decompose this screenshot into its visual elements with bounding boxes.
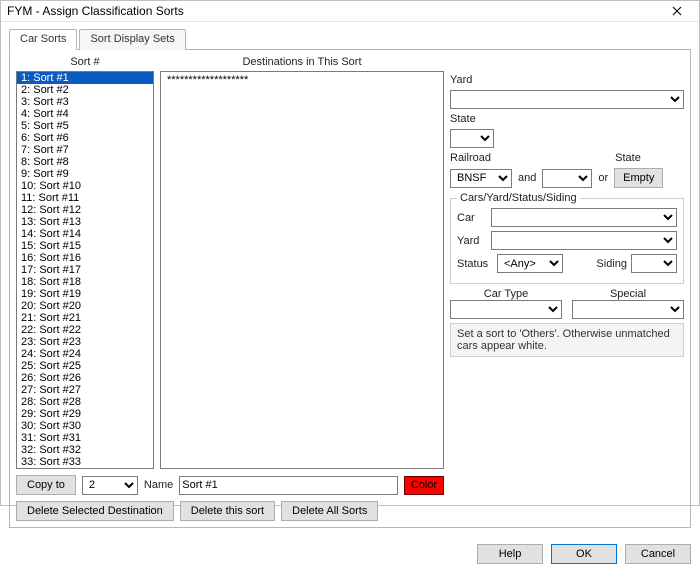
list-item[interactable]: 9: Sort #9: [17, 168, 153, 180]
color-button[interactable]: Color: [404, 476, 444, 495]
list-item[interactable]: 15: Sort #15: [17, 240, 153, 252]
list-item[interactable]: 33: Sort #33: [17, 456, 153, 468]
railroad-select[interactable]: BNSF: [450, 169, 512, 188]
sort-listbox[interactable]: 1: Sort #12: Sort #23: Sort #34: Sort #4…: [16, 71, 154, 469]
list-item[interactable]: 3: Sort #3: [17, 96, 153, 108]
columns: Sort # 1: Sort #12: Sort #23: Sort #34: …: [16, 56, 684, 469]
tabstrip: Car Sorts Sort Display Sets: [9, 28, 691, 50]
tab-car-sorts[interactable]: Car Sorts: [9, 29, 77, 50]
list-item[interactable]: 19: Sort #19: [17, 288, 153, 300]
empty-button[interactable]: Empty: [614, 168, 663, 188]
titlebar: FYM - Assign Classification Sorts: [1, 1, 699, 22]
tab-body: Sort # 1: Sort #12: Sort #23: Sort #34: …: [9, 50, 691, 528]
state-label: State: [450, 113, 684, 125]
cartype-label: Car Type: [450, 288, 562, 300]
status-label: Status: [457, 258, 493, 270]
car-label: Car: [457, 212, 487, 224]
destinations-line: *******************: [167, 74, 437, 87]
railroad-label: Railroad: [450, 152, 562, 164]
name-label: Name: [144, 479, 173, 491]
yard-select[interactable]: [450, 90, 684, 109]
name-input[interactable]: [179, 476, 398, 495]
sort-number-header: Sort #: [16, 56, 154, 71]
close-icon: [672, 6, 682, 16]
list-item[interactable]: 22: Sort #22: [17, 324, 153, 336]
yard-label: Yard: [450, 74, 684, 86]
list-item[interactable]: 20: Sort #20: [17, 300, 153, 312]
list-item[interactable]: 24: Sort #24: [17, 348, 153, 360]
list-item[interactable]: 25: Sort #25: [17, 360, 153, 372]
or-label: or: [598, 172, 608, 184]
copy-to-select[interactable]: 2: [82, 476, 138, 495]
list-item[interactable]: 16: Sort #16: [17, 252, 153, 264]
ok-button[interactable]: OK: [551, 544, 617, 564]
window: FYM - Assign Classification Sorts Car So…: [0, 0, 700, 506]
list-item[interactable]: 2: Sort #2: [17, 84, 153, 96]
list-item[interactable]: 7: Sort #7: [17, 144, 153, 156]
delete-selected-destination-button[interactable]: Delete Selected Destination: [16, 501, 174, 521]
list-item[interactable]: 26: Sort #26: [17, 372, 153, 384]
special-label: Special: [572, 288, 684, 300]
list-item[interactable]: 6: Sort #6: [17, 132, 153, 144]
list-item[interactable]: 12: Sort #12: [17, 204, 153, 216]
yard2-label: Yard: [457, 235, 487, 247]
destinations-header: Destinations in This Sort: [160, 56, 444, 71]
list-item[interactable]: 21: Sort #21: [17, 312, 153, 324]
list-item[interactable]: 10: Sort #10: [17, 180, 153, 192]
yard2-select[interactable]: [491, 231, 677, 250]
and-label: and: [518, 172, 536, 184]
delete-all-sorts-button[interactable]: Delete All Sorts: [281, 501, 378, 521]
delete-this-sort-button[interactable]: Delete this sort: [180, 501, 275, 521]
list-item[interactable]: 32: Sort #32: [17, 444, 153, 456]
list-item[interactable]: 17: Sort #17: [17, 264, 153, 276]
list-item[interactable]: 18: Sort #18: [17, 276, 153, 288]
list-item[interactable]: 23: Sort #23: [17, 336, 153, 348]
filters-column: Yard State Railroad State: [450, 56, 684, 469]
railroad-state-label: State: [572, 152, 684, 164]
dialog-buttons: Help OK Cancel: [1, 536, 699, 572]
cartype-select[interactable]: [450, 300, 562, 319]
window-close-button[interactable]: [661, 1, 693, 21]
destinations-column: Destinations in This Sort **************…: [160, 56, 444, 469]
railroad-state-select[interactable]: [542, 169, 592, 188]
list-item[interactable]: 31: Sort #31: [17, 432, 153, 444]
list-item[interactable]: 29: Sort #29: [17, 408, 153, 420]
destinations-listbox[interactable]: *******************: [160, 71, 444, 469]
list-item[interactable]: 11: Sort #11: [17, 192, 153, 204]
bottom-row-1: Copy to 2 Name Color: [16, 475, 684, 495]
status-select[interactable]: <Any>: [497, 254, 563, 273]
sort-list-column: Sort # 1: Sort #12: Sort #23: Sort #34: …: [16, 56, 154, 469]
client-area: Car Sorts Sort Display Sets Sort # 1: So…: [1, 22, 699, 536]
siding-label: Siding: [596, 258, 627, 270]
list-item[interactable]: 8: Sort #8: [17, 156, 153, 168]
state-select[interactable]: [450, 129, 494, 148]
bottom-row-2: Delete Selected Destination Delete this …: [16, 501, 684, 521]
group-legend: Cars/Yard/Status/Siding: [457, 192, 580, 204]
hint-text: Set a sort to 'Others'. Otherwise unmatc…: [450, 323, 684, 357]
cars-yard-status-siding-group: Cars/Yard/Status/Siding Car Yard Status: [450, 192, 684, 284]
list-item[interactable]: 30: Sort #30: [17, 420, 153, 432]
list-item[interactable]: 4: Sort #4: [17, 108, 153, 120]
tab-sort-display-sets[interactable]: Sort Display Sets: [79, 29, 185, 50]
window-title: FYM - Assign Classification Sorts: [7, 4, 661, 18]
car-select[interactable]: [491, 208, 677, 227]
list-item[interactable]: 5: Sort #5: [17, 120, 153, 132]
special-select[interactable]: [572, 300, 684, 319]
list-item[interactable]: 28: Sort #28: [17, 396, 153, 408]
list-item[interactable]: 27: Sort #27: [17, 384, 153, 396]
siding-select[interactable]: [631, 254, 677, 273]
list-item[interactable]: 13: Sort #13: [17, 216, 153, 228]
list-item[interactable]: 1: Sort #1: [17, 72, 153, 84]
list-item[interactable]: 14: Sort #14: [17, 228, 153, 240]
help-button[interactable]: Help: [477, 544, 543, 564]
copy-to-button[interactable]: Copy to: [16, 475, 76, 495]
cancel-button[interactable]: Cancel: [625, 544, 691, 564]
